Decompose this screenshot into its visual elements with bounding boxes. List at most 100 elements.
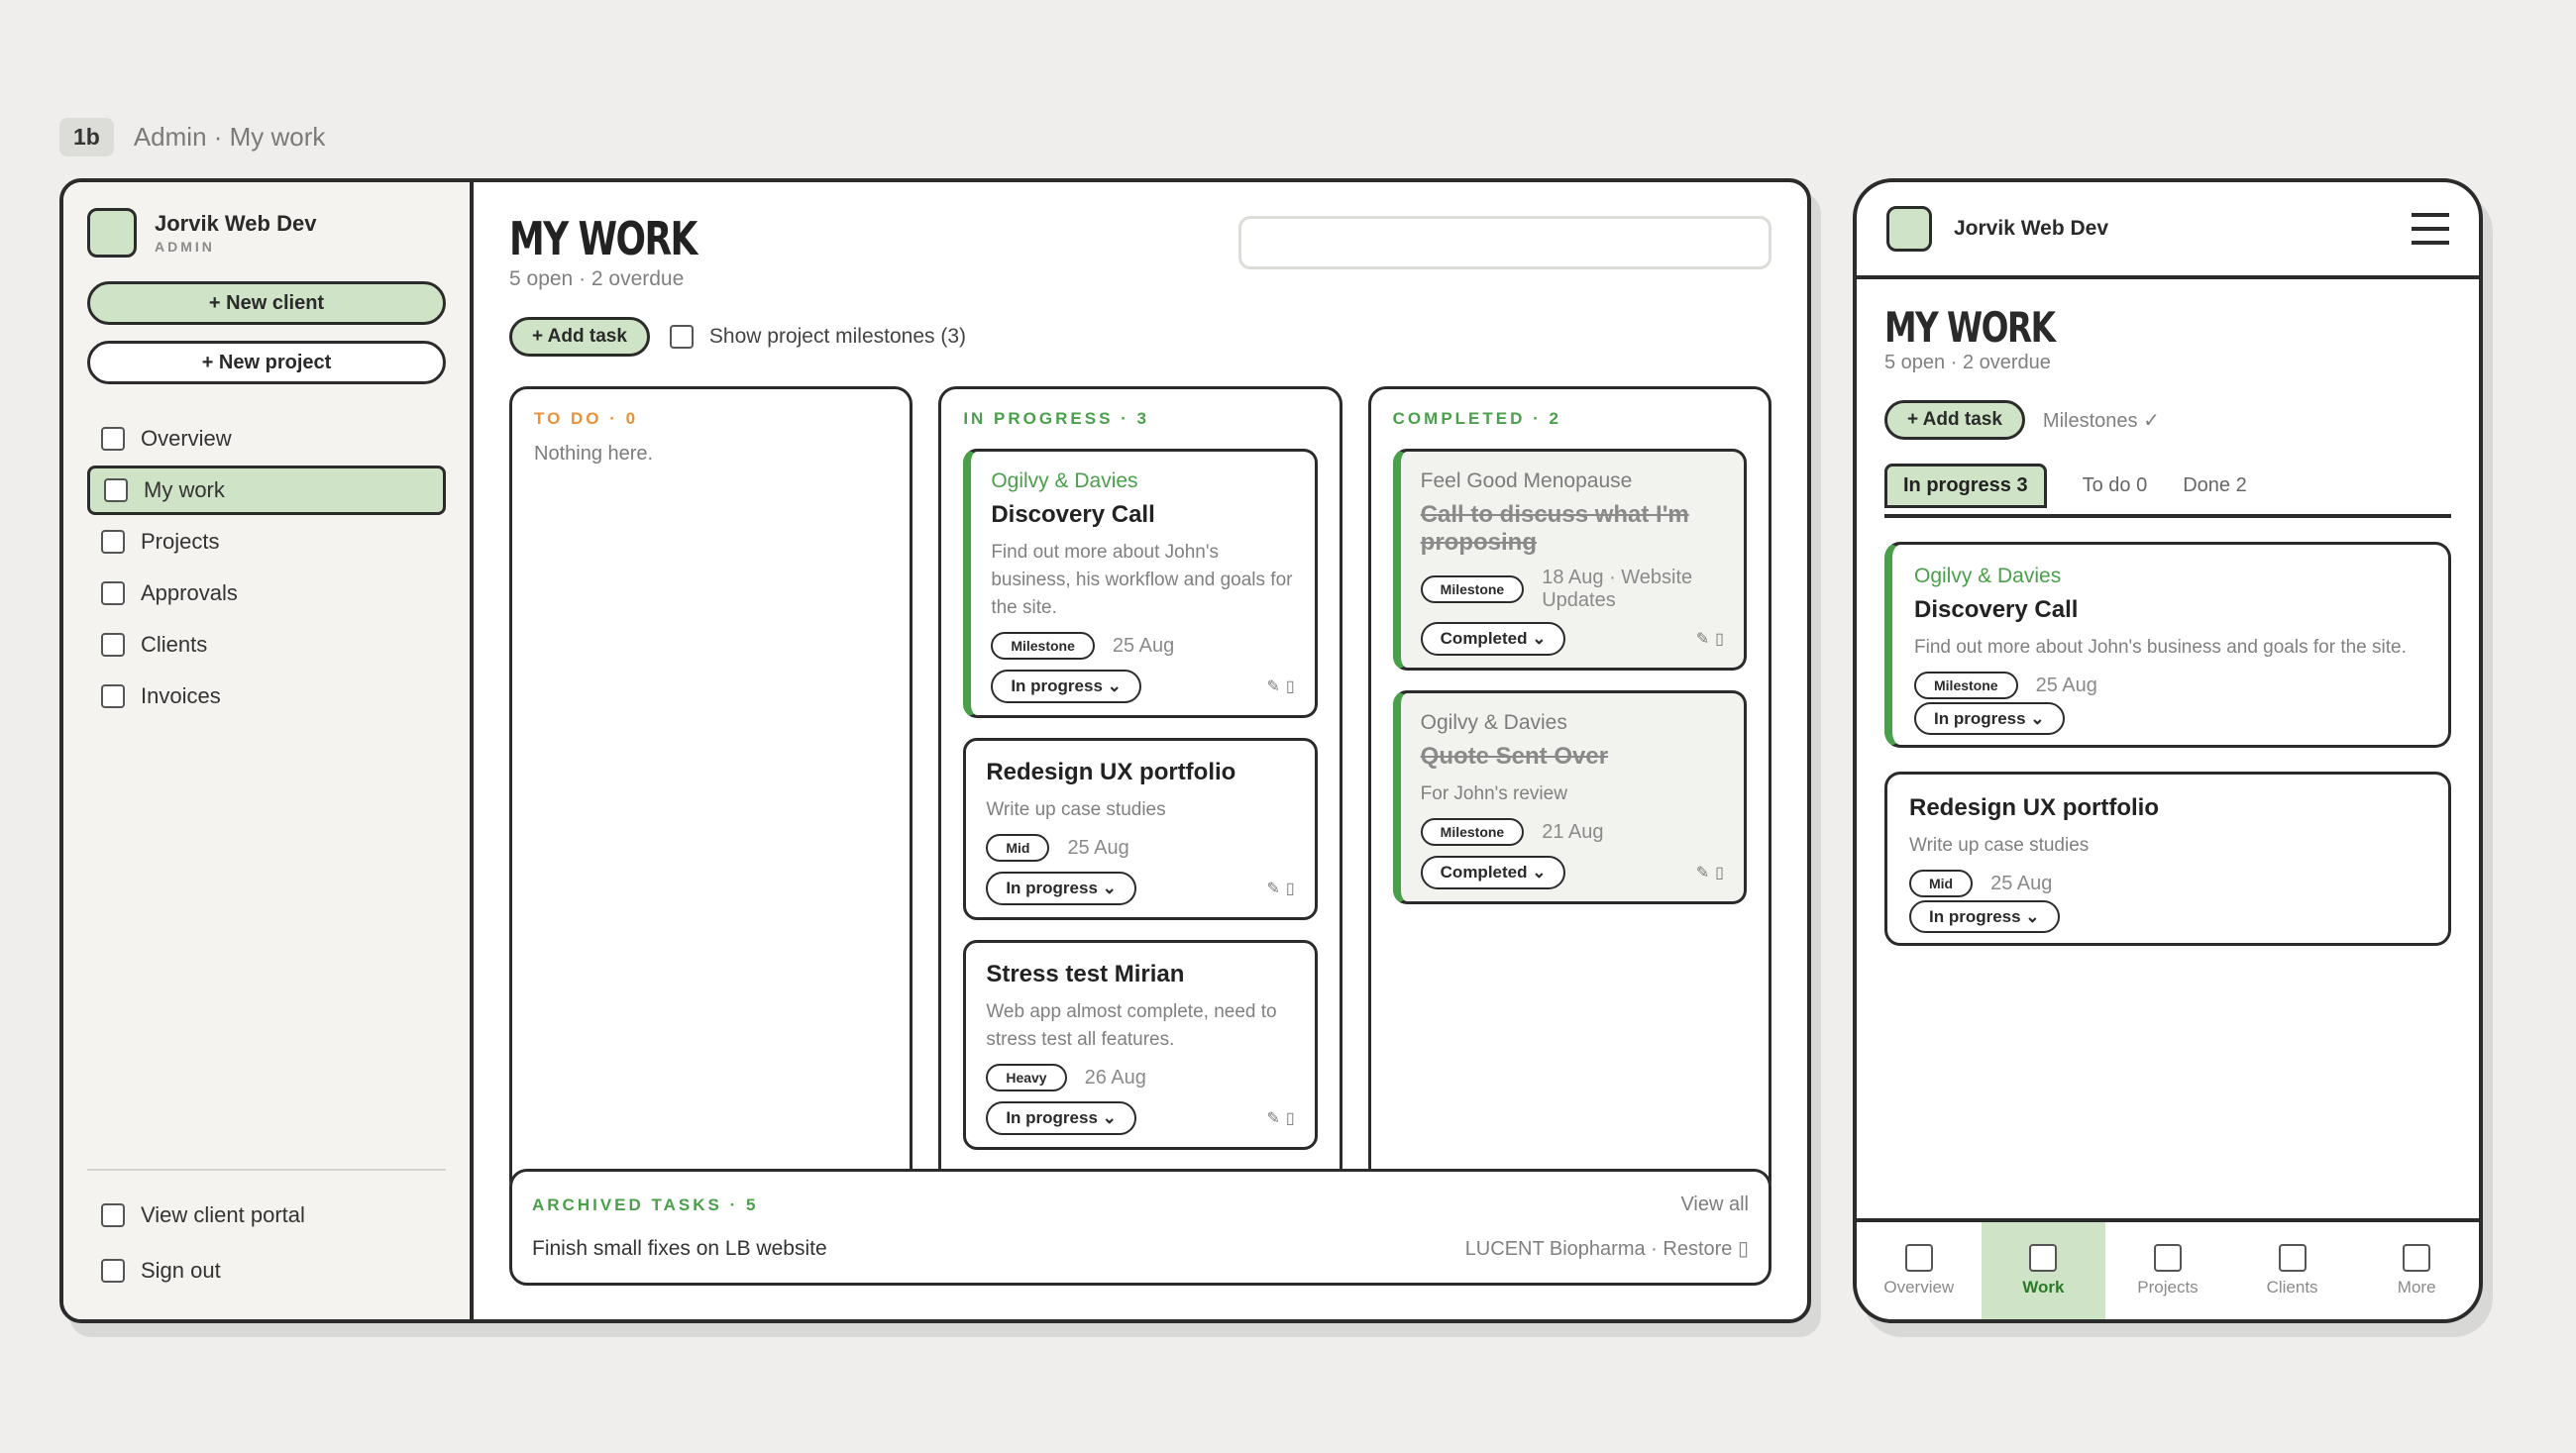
- main-content: MY WORK 5 open · 2 overdue + Add task Sh…: [474, 182, 1807, 1319]
- sidebar-item-overview[interactable]: Overview: [87, 414, 446, 464]
- archived-task-title: Finish small fixes on LB website: [532, 1236, 827, 1260]
- card-actions: ✎ ▯: [1696, 863, 1724, 882]
- status-row: Completed ⌄ ✎ ▯: [1420, 856, 1724, 889]
- screen-tag: 1b: [59, 117, 114, 156]
- nav-more[interactable]: More: [2354, 1222, 2479, 1319]
- column-in-progress: IN PROGRESS · 3 Ogilvy & Davies Discover…: [938, 386, 1342, 1198]
- task-card[interactable]: Ogilvy & Davies Discovery Call Find out …: [963, 449, 1318, 718]
- card-client: Ogilvy & Davies: [1420, 711, 1567, 734]
- invoices-icon: [101, 684, 125, 708]
- card-date: 21 Aug: [1542, 820, 1604, 843]
- card-client: Ogilvy & Davies: [1914, 565, 2062, 587]
- overview-icon: [101, 427, 125, 451]
- menu-icon[interactable]: [2412, 213, 2449, 245]
- checkbox-icon[interactable]: [669, 325, 694, 349]
- edit-icon[interactable]: ✎: [1266, 879, 1279, 898]
- column-header: COMPLETED · 2: [1392, 409, 1561, 428]
- sidebar-item-label: My work: [144, 477, 225, 502]
- task-card[interactable]: Redesign UX portfolio Write up case stud…: [1884, 772, 2451, 946]
- search-input[interactable]: [1238, 216, 1771, 269]
- archived-task-meta: LUCENT Biopharma · Restore: [1464, 1238, 1733, 1260]
- breadcrumb: Admin · My work: [133, 121, 326, 152]
- sidebar-item-clients[interactable]: Clients: [87, 620, 446, 670]
- status-dropdown[interactable]: In progress ⌄: [991, 670, 1141, 703]
- edit-icon[interactable]: ✎: [1696, 629, 1709, 649]
- sidebar-item-projects[interactable]: Projects: [87, 517, 446, 567]
- delete-icon[interactable]: ▯: [1715, 629, 1724, 649]
- archived-row: Finish small fixes on LB website LUCENT …: [532, 1236, 1749, 1261]
- card-date: 25 Aug: [1067, 836, 1129, 859]
- sidebar-item-label: Approvals: [141, 580, 238, 605]
- status-dropdown[interactable]: Completed ⌄: [1420, 856, 1566, 889]
- card-title: Stress test Mirian: [986, 961, 1185, 987]
- sign-out-link[interactable]: Sign out: [87, 1246, 446, 1296]
- task-card[interactable]: Ogilvy & Davies Discovery Call Find out …: [1884, 542, 2451, 748]
- tab-in-progress[interactable]: In progress 3: [1884, 464, 2047, 508]
- nav-label: More: [2397, 1278, 2436, 1297]
- show-milestones-toggle[interactable]: Show project milestones (3): [669, 325, 966, 349]
- edit-icon[interactable]: ✎: [1696, 863, 1709, 882]
- mobile-body: MY WORK 5 open · 2 overdue + Add task Mi…: [1857, 279, 2479, 970]
- nav-overview[interactable]: Overview: [1857, 1222, 1982, 1319]
- status-dropdown[interactable]: In progress ⌄: [1914, 702, 2065, 735]
- delete-icon[interactable]: ▯: [1715, 863, 1724, 882]
- nav-projects[interactable]: Projects: [2105, 1222, 2230, 1319]
- card-date: 25 Aug: [1112, 634, 1175, 657]
- empty-state: Nothing here.: [534, 443, 654, 465]
- edit-icon[interactable]: ✎: [1266, 1108, 1279, 1128]
- tab-to-do[interactable]: To do 0: [2083, 474, 2148, 497]
- sidebar-item-approvals[interactable]: Approvals: [87, 569, 446, 618]
- card-description: Write up case studies: [1909, 835, 2090, 856]
- card-date: 26 Aug: [1084, 1066, 1146, 1089]
- task-card[interactable]: Ogilvy & Davies Quote Sent Over For John…: [1392, 690, 1747, 904]
- sidebar-item-label: Overview: [141, 426, 232, 451]
- card-actions: ✎ ▯: [1266, 676, 1294, 696]
- card-title: Quote Sent Over: [1420, 743, 1609, 770]
- nav-label: Clients: [2266, 1278, 2318, 1297]
- status-dropdown[interactable]: In progress ⌄: [986, 872, 1136, 905]
- new-client-button[interactable]: + New client: [87, 281, 446, 325]
- delete-icon[interactable]: ▯: [1286, 1108, 1295, 1128]
- card-chip: Heavy: [986, 1064, 1067, 1091]
- action-row: + Add task Show project milestones (3): [509, 317, 1771, 357]
- sidebar: Jorvik Web Dev ADMIN + New client + New …: [63, 182, 474, 1319]
- sidebar-item-invoices[interactable]: Invoices: [87, 672, 446, 721]
- status-dropdown[interactable]: In progress ⌄: [986, 1101, 1136, 1135]
- status-tabs: In progress 3 To do 0 Done 2: [1884, 464, 2451, 518]
- trash-icon[interactable]: ▯: [1738, 1238, 1749, 1260]
- column-header: TO DO · 0: [534, 409, 639, 428]
- new-project-button[interactable]: + New project: [87, 341, 446, 384]
- add-task-button[interactable]: + Add task: [1884, 400, 2025, 440]
- card-title: Redesign UX portfolio: [986, 759, 1236, 785]
- task-card[interactable]: Redesign UX portfolio Write up case stud…: [963, 738, 1318, 920]
- nav-clients[interactable]: Clients: [2230, 1222, 2355, 1319]
- sidebar-item-my-work[interactable]: My work: [87, 466, 446, 515]
- card-title: Discovery Call: [1914, 596, 2079, 623]
- view-all-link[interactable]: View all: [1680, 1194, 1749, 1216]
- approvals-icon: [101, 581, 125, 605]
- card-description: Find out more about John's business, his…: [991, 542, 1293, 618]
- status-dropdown[interactable]: In progress ⌄: [1909, 900, 2060, 933]
- status-dropdown[interactable]: Completed ⌄: [1420, 622, 1566, 656]
- delete-icon[interactable]: ▯: [1286, 676, 1295, 696]
- milestones-toggle[interactable]: Milestones ✓: [2043, 408, 2160, 433]
- view-client-portal-link[interactable]: View client portal: [87, 1191, 446, 1240]
- delete-icon[interactable]: ▯: [1286, 879, 1295, 898]
- status-row: In progress ⌄ ✎ ▯: [986, 872, 1295, 905]
- my-work-icon: [104, 478, 128, 502]
- mobile-frame: Jorvik Web Dev MY WORK 5 open · 2 overdu…: [1853, 178, 2483, 1323]
- tab-done[interactable]: Done 2: [2183, 474, 2247, 497]
- portal-icon: [101, 1203, 125, 1227]
- restore-link[interactable]: LUCENT Biopharma · Restore ▯: [1465, 1236, 1749, 1261]
- nav-work[interactable]: Work: [1981, 1222, 2106, 1319]
- clients-icon: [101, 633, 125, 657]
- add-task-button[interactable]: + Add task: [509, 317, 650, 357]
- task-card[interactable]: Feel Good Menopause Call to discuss what…: [1392, 449, 1747, 671]
- card-meta: Mid 25 Aug: [1909, 870, 2426, 897]
- edit-icon[interactable]: ✎: [1266, 676, 1279, 696]
- card-client: Feel Good Menopause: [1420, 469, 1633, 492]
- card-chip: Mid: [1909, 870, 1974, 897]
- sidebar-footer: View client portal Sign out: [87, 1169, 446, 1301]
- status-row: In progress ⌄ ✎ ▯: [986, 1101, 1295, 1135]
- task-card[interactable]: Stress test Mirian Web app almost comple…: [963, 940, 1318, 1150]
